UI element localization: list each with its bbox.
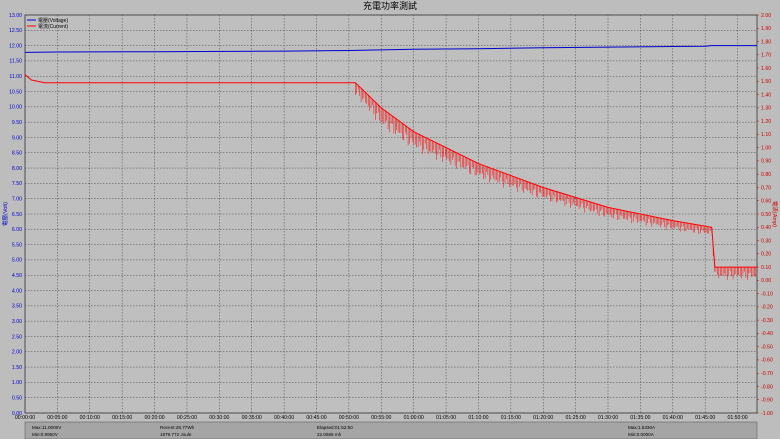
left-tick-label: 1.50 (12, 365, 22, 371)
x-tick-label: 00:10:00 (80, 415, 100, 421)
right-tick-label: 0.30 (761, 238, 771, 244)
right-tick-label: 0.70 (761, 185, 771, 191)
left-tick-label: 10.50 (9, 89, 22, 95)
right-tick-label: 1.70 (761, 53, 771, 59)
left-tick-label: 9.50 (12, 120, 22, 126)
x-tick-label: 01:40:00 (663, 415, 683, 421)
left-tick-label: 5.50 (12, 242, 22, 248)
right-tick-label: 0.80 (761, 172, 771, 178)
x-tick-label: 00:30:00 (209, 415, 229, 421)
right-tick-label: -0.30 (761, 318, 773, 324)
x-tick-label: 00:50:00 (339, 415, 359, 421)
x-tick-label: 00:20:00 (144, 415, 164, 421)
left-tick-label: 2.50 (12, 334, 22, 340)
x-tick-label: 00:00:00 (15, 415, 35, 421)
left-tick-label: 4.50 (12, 273, 22, 279)
right-tick-label: 0.20 (761, 252, 771, 258)
stat-sub-label: Min:0.0000A (628, 432, 655, 437)
left-axis-label: 電壓(Volt) (2, 202, 9, 226)
x-tick-label: 00:55:00 (371, 415, 391, 421)
left-tick-label: 8.50 (12, 151, 22, 157)
x-tick-label: 01:30:00 (598, 415, 618, 421)
left-tick-label: 13.00 (9, 13, 22, 19)
chart-title: 充電功率測試 (363, 0, 417, 12)
right-tick-label: 1.40 (761, 92, 771, 98)
stat-label: Max:11.0000V (32, 425, 62, 430)
x-tick-label: 01:35:00 (630, 415, 650, 421)
x-tick-label: 01:10:00 (468, 415, 488, 421)
left-tick-label: 7.00 (12, 196, 22, 202)
right-tick-label: 0.10 (761, 265, 771, 271)
left-tick-label: 5.00 (12, 258, 22, 264)
right-tick-label: 0.60 (761, 199, 771, 205)
right-tick-label: -1.00 (761, 411, 773, 417)
right-tick-label: -0.40 (761, 331, 773, 337)
right-tick-label: 1.20 (761, 119, 771, 125)
left-tick-label: 6.50 (12, 212, 22, 218)
left-tick-label: 4.00 (12, 288, 22, 294)
right-tick-label: 1.60 (761, 66, 771, 72)
right-tick-label: 2.00 (761, 13, 771, 19)
stat-label: Recent:28.77Wh (160, 425, 195, 430)
chart-window: 充電功率測試 0.00 0.50 1.00 1.50 2.00 2.50 3.00 3.50 4… (0, 0, 780, 439)
left-tick-label: 2.00 (12, 350, 22, 356)
x-tick-label: 00:40:00 (274, 415, 294, 421)
stat-sub-label: 1879.772 Joule (160, 432, 192, 437)
left-tick-label: 12.00 (9, 43, 22, 49)
x-tick-label: 01:20:00 (533, 415, 553, 421)
left-tick-label: 0.50 (12, 395, 22, 401)
x-tick-label: 00:35:00 (242, 415, 262, 421)
left-tick-label: 11.50 (9, 59, 22, 65)
x-tick-label: 01:45:00 (695, 415, 715, 421)
left-tick-label: 3.50 (12, 304, 22, 310)
x-axis: 00:00:00 00:05:00 00:10:00 00:15:00 00:20:00… (15, 415, 748, 421)
x-tick-label: 00:45:00 (306, 415, 326, 421)
left-tick-label: 1.00 (12, 380, 22, 386)
legend-label: 電流(Current) (38, 23, 68, 30)
right-tick-label: 1.90 (761, 26, 771, 32)
left-tick-label: 7.50 (12, 181, 22, 187)
x-tick-label: 01:50:00 (727, 415, 747, 421)
chart-canvas: 充電功率測試 0.00 0.50 1.00 1.50 2.00 2.50 3.00 3.50 4… (0, 0, 780, 439)
x-tick-label: 01:00:00 (404, 415, 424, 421)
right-tick-label: 0.00 (761, 278, 771, 284)
stat-sub-label: Min:0.9950V (32, 432, 59, 437)
right-tick-label: 1.50 (761, 79, 771, 85)
right-tick-label: -0.90 (761, 398, 773, 404)
right-tick-label: -0.70 (761, 371, 773, 377)
right-tick-label: 0.50 (761, 212, 771, 218)
right-tick-label: 0.90 (761, 159, 771, 165)
right-tick-label: 0.40 (761, 225, 771, 231)
right-tick-label: 1.80 (761, 39, 771, 45)
x-tick-label: 01:05:00 (436, 415, 456, 421)
stat-sub-label: 22.0668 mh (317, 432, 342, 437)
right-tick-label: 1.10 (761, 132, 771, 138)
right-tick-label: -0.10 (761, 291, 773, 297)
stat-label: Elapsed:01:52:50 (317, 425, 353, 430)
left-tick-label: 11.00 (9, 74, 22, 80)
right-tick-label: 1.00 (761, 145, 771, 151)
x-tick-label: 00:15:00 (112, 415, 132, 421)
right-tick-label: -0.60 (761, 358, 773, 364)
left-tick-label: 3.00 (12, 319, 22, 325)
right-tick-label: -0.20 (761, 305, 773, 311)
right-tick-label: 1.30 (761, 106, 771, 112)
left-tick-label: 8.00 (12, 166, 22, 172)
left-tick-label: 10.00 (9, 105, 22, 111)
right-tick-label: -0.50 (761, 344, 773, 350)
right-axis-label: 電流(Amp) (771, 201, 779, 227)
left-tick-label: 9.00 (12, 135, 22, 141)
left-tick-label: 12.50 (9, 28, 22, 34)
stat-label: Max:1.5330A (628, 425, 656, 430)
x-tick-label: 01:15:00 (501, 415, 521, 421)
x-tick-label: 00:05:00 (47, 415, 67, 421)
stats-bar: Max:11.0000V Min:0.9950V Recent:28.77Wh 187… (24, 421, 758, 439)
x-tick-label: 01:25:00 (566, 415, 586, 421)
right-tick-label: -0.80 (761, 384, 773, 390)
left-tick-label: 6.00 (12, 227, 22, 233)
x-tick-label: 00:25:00 (177, 415, 197, 421)
